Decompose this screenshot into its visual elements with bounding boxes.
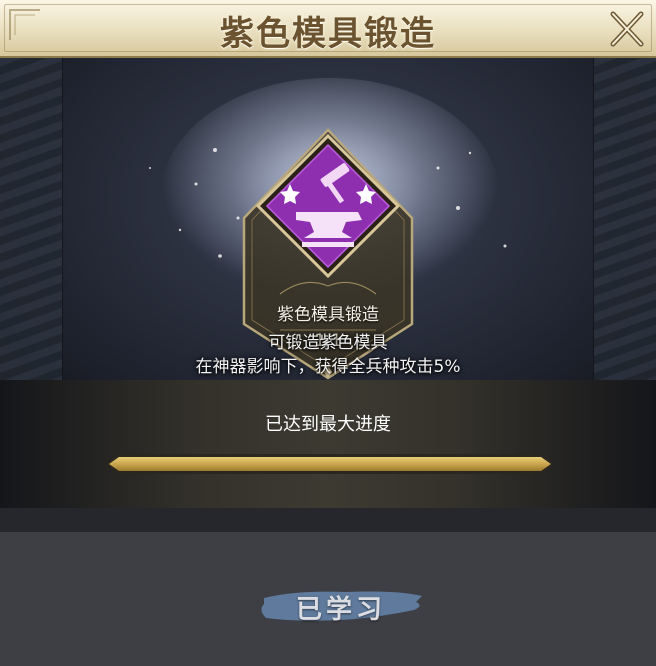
skill-description-line-2: 在神器影响下，获得全兵种攻击5% <box>195 357 461 377</box>
progress-fill <box>109 457 551 471</box>
skill-detail-panel: 紫色模具锻造 紫色模具锻造 1/1 可锻造紫色模具 在神器影响下，获得全兵种攻击… <box>0 0 656 666</box>
skill-description-line-1: 可锻造紫色模具 <box>268 333 388 353</box>
header-bar: 紫色模具锻造 <box>0 0 656 58</box>
page-title: 紫色模具锻造 <box>220 14 436 54</box>
progress-bar <box>106 454 554 474</box>
learned-label: 已学习 <box>295 595 386 625</box>
section-divider <box>0 508 656 532</box>
skill-name: 紫色模具锻造 <box>277 305 379 325</box>
close-x-icon <box>610 11 644 47</box>
progress-section: 已达到最大进度 <box>0 380 656 508</box>
learned-button[interactable]: 已学习 <box>256 584 426 628</box>
footer-bar: 已学习 <box>0 532 656 666</box>
close-button[interactable] <box>604 4 650 54</box>
progress-status-text: 已达到最大进度 <box>265 414 391 435</box>
